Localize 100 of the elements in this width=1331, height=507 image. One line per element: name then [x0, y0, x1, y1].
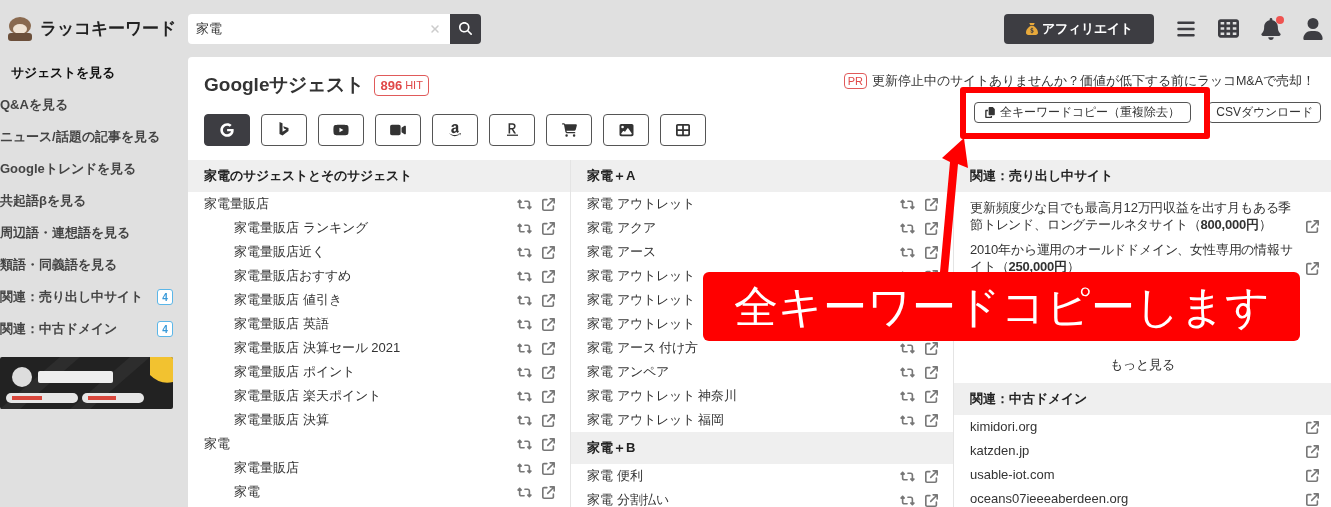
- external-link-icon[interactable]: [1306, 468, 1319, 482]
- domain-link[interactable]: usable-iot.com: [970, 465, 1306, 485]
- external-link-icon[interactable]: [1306, 420, 1319, 434]
- notification-bell-icon[interactable]: [1261, 17, 1281, 40]
- search-engine-tab[interactable]: [546, 113, 592, 146]
- external-link-icon[interactable]: [925, 221, 938, 235]
- sidebar-link[interactable]: 共起語βを見る: [0, 191, 86, 211]
- swap-icon[interactable]: [517, 485, 532, 499]
- keyword-link[interactable]: 家電 アウトレット: [587, 197, 695, 211]
- apps-grid-icon[interactable]: [1218, 18, 1239, 39]
- swap-icon[interactable]: [900, 341, 915, 355]
- external-link-icon[interactable]: [542, 293, 555, 307]
- swap-icon[interactable]: [517, 365, 532, 379]
- external-link-icon[interactable]: [925, 245, 938, 259]
- search-engine-tab[interactable]: [603, 113, 649, 146]
- sidebar-link[interactable]: Q&Aを見る: [0, 95, 68, 115]
- external-link-icon[interactable]: [925, 341, 938, 355]
- keyword-link[interactable]: 家電量販店近く: [234, 242, 517, 262]
- external-link-icon[interactable]: [542, 389, 555, 403]
- keyword-link[interactable]: 家電 アクア: [587, 221, 656, 235]
- keyword-link[interactable]: 家電 アース 付け方: [587, 341, 699, 355]
- keyword-link[interactable]: 家電 アウトレット 福岡: [587, 413, 725, 427]
- keyword-link[interactable]: 家電量販店: [204, 194, 517, 214]
- external-link-icon[interactable]: [1306, 444, 1319, 458]
- swap-icon[interactable]: [517, 389, 532, 403]
- swap-icon[interactable]: [900, 245, 915, 259]
- sidebar-link[interactable]: 関連：売り出し中サイト: [0, 287, 143, 307]
- keyword-link[interactable]: 家電量販店 値引き: [234, 290, 517, 310]
- sidebar-link[interactable]: 関連：中古ドメイン: [0, 319, 117, 339]
- search-engine-tab[interactable]: [375, 113, 421, 146]
- search-engine-tab[interactable]: [204, 113, 250, 146]
- logo-text[interactable]: ラッコキーワード: [40, 15, 176, 42]
- keyword-link[interactable]: 家電: [234, 482, 517, 502]
- swap-icon[interactable]: [900, 493, 915, 507]
- external-link-icon[interactable]: [542, 269, 555, 283]
- external-link-icon[interactable]: [542, 317, 555, 331]
- domain-link[interactable]: katzden.jp: [970, 441, 1306, 461]
- external-link-icon[interactable]: [925, 413, 938, 427]
- search-engine-tab[interactable]: [660, 113, 706, 146]
- domain-link[interactable]: kimidori.org: [970, 417, 1306, 437]
- swap-icon[interactable]: [517, 269, 532, 283]
- keyword-link[interactable]: 家電量販店 英語: [234, 314, 517, 334]
- swap-icon[interactable]: [517, 317, 532, 331]
- keyword-link[interactable]: 家電 アウトレット 神奈川: [587, 389, 738, 403]
- swap-icon[interactable]: [900, 469, 915, 483]
- keyword-link[interactable]: 家電量販店 決算セール 2021: [234, 338, 517, 358]
- keyword-link[interactable]: 家電 アンペア: [587, 365, 669, 379]
- external-link-icon[interactable]: [925, 493, 938, 507]
- external-link-icon[interactable]: [542, 221, 555, 235]
- swap-icon[interactable]: [517, 461, 532, 475]
- swap-icon[interactable]: [900, 365, 915, 379]
- domain-link[interactable]: oceans07ieeeaberdeen.org: [970, 489, 1306, 507]
- external-link-icon[interactable]: [542, 197, 555, 211]
- keyword-link[interactable]: 家電量販店: [234, 458, 517, 478]
- keyword-link[interactable]: 家電 アース: [587, 245, 656, 259]
- sidebar-link[interactable]: Googleトレンドを見る: [0, 159, 136, 179]
- copy-all-keywords-button[interactable]: 全キーワードコピー（重複除去）: [974, 101, 1192, 123]
- affiliate-button[interactable]: アフィリエイト: [1004, 13, 1154, 44]
- keyword-link[interactable]: 家電 便利: [587, 469, 643, 483]
- external-link-icon[interactable]: [542, 365, 555, 379]
- swap-icon[interactable]: [900, 389, 915, 403]
- keyword-link[interactable]: 家電 分割払い: [587, 493, 669, 507]
- external-link-icon[interactable]: [925, 389, 938, 403]
- search-field[interactable]: 家電: [188, 13, 450, 44]
- sidebar-link[interactable]: 周辺語・連想語を見る: [0, 223, 130, 243]
- swap-icon[interactable]: [900, 221, 915, 235]
- sidebar-link[interactable]: 類語・同義語を見る: [0, 255, 117, 275]
- search-engine-tab[interactable]: [261, 113, 307, 146]
- external-link-icon[interactable]: [542, 437, 555, 451]
- external-link-icon[interactable]: [542, 461, 555, 475]
- external-link-icon[interactable]: [1306, 492, 1319, 506]
- swap-icon[interactable]: [900, 197, 915, 211]
- external-link-icon[interactable]: [542, 485, 555, 499]
- keyword-link[interactable]: 家電 アウトレット: [587, 293, 695, 307]
- keyword-link[interactable]: 家電 アウトレット: [587, 317, 695, 331]
- user-icon[interactable]: [1303, 17, 1323, 40]
- site-listing-link[interactable]: 更新頻度少な目でも最高月12万円収益を出す月もある季節トレンド、ロングテールネタサイト（800,000円）: [970, 199, 1306, 233]
- external-link-icon[interactable]: [925, 365, 938, 379]
- external-link-icon[interactable]: [542, 341, 555, 355]
- external-link-icon[interactable]: [542, 245, 555, 259]
- search-engine-tab[interactable]: [318, 113, 364, 146]
- keyword-link[interactable]: 家電: [204, 434, 517, 454]
- swap-icon[interactable]: [517, 293, 532, 307]
- sidebar-link[interactable]: ニュース/話題の記事を見る: [0, 127, 160, 147]
- external-link-icon[interactable]: [542, 413, 555, 427]
- pr-link[interactable]: 更新停止中のサイトありませんか？価値が低下する前にラッコM&Aで売却！: [871, 72, 1315, 91]
- search-engine-tab[interactable]: [489, 113, 535, 146]
- sidebar-link[interactable]: サジェストを見る: [0, 63, 115, 83]
- swap-icon[interactable]: [517, 197, 532, 211]
- keyword-link[interactable]: 家電量販店おすすめ: [234, 266, 517, 286]
- external-link-icon[interactable]: [1306, 262, 1319, 275]
- swap-icon[interactable]: [517, 245, 532, 259]
- swap-icon[interactable]: [517, 221, 532, 235]
- swap-icon[interactable]: [517, 437, 532, 451]
- keyword-link[interactable]: 家電 アウトレット: [587, 269, 695, 283]
- show-more-link[interactable]: もっと見る: [1110, 355, 1175, 375]
- external-link-icon[interactable]: [925, 197, 938, 211]
- search-button[interactable]: [450, 13, 481, 44]
- keyword-link[interactable]: 家電量販店 ポイント: [234, 362, 517, 382]
- keyword-link[interactable]: 家電量販店 ランキング: [234, 218, 517, 238]
